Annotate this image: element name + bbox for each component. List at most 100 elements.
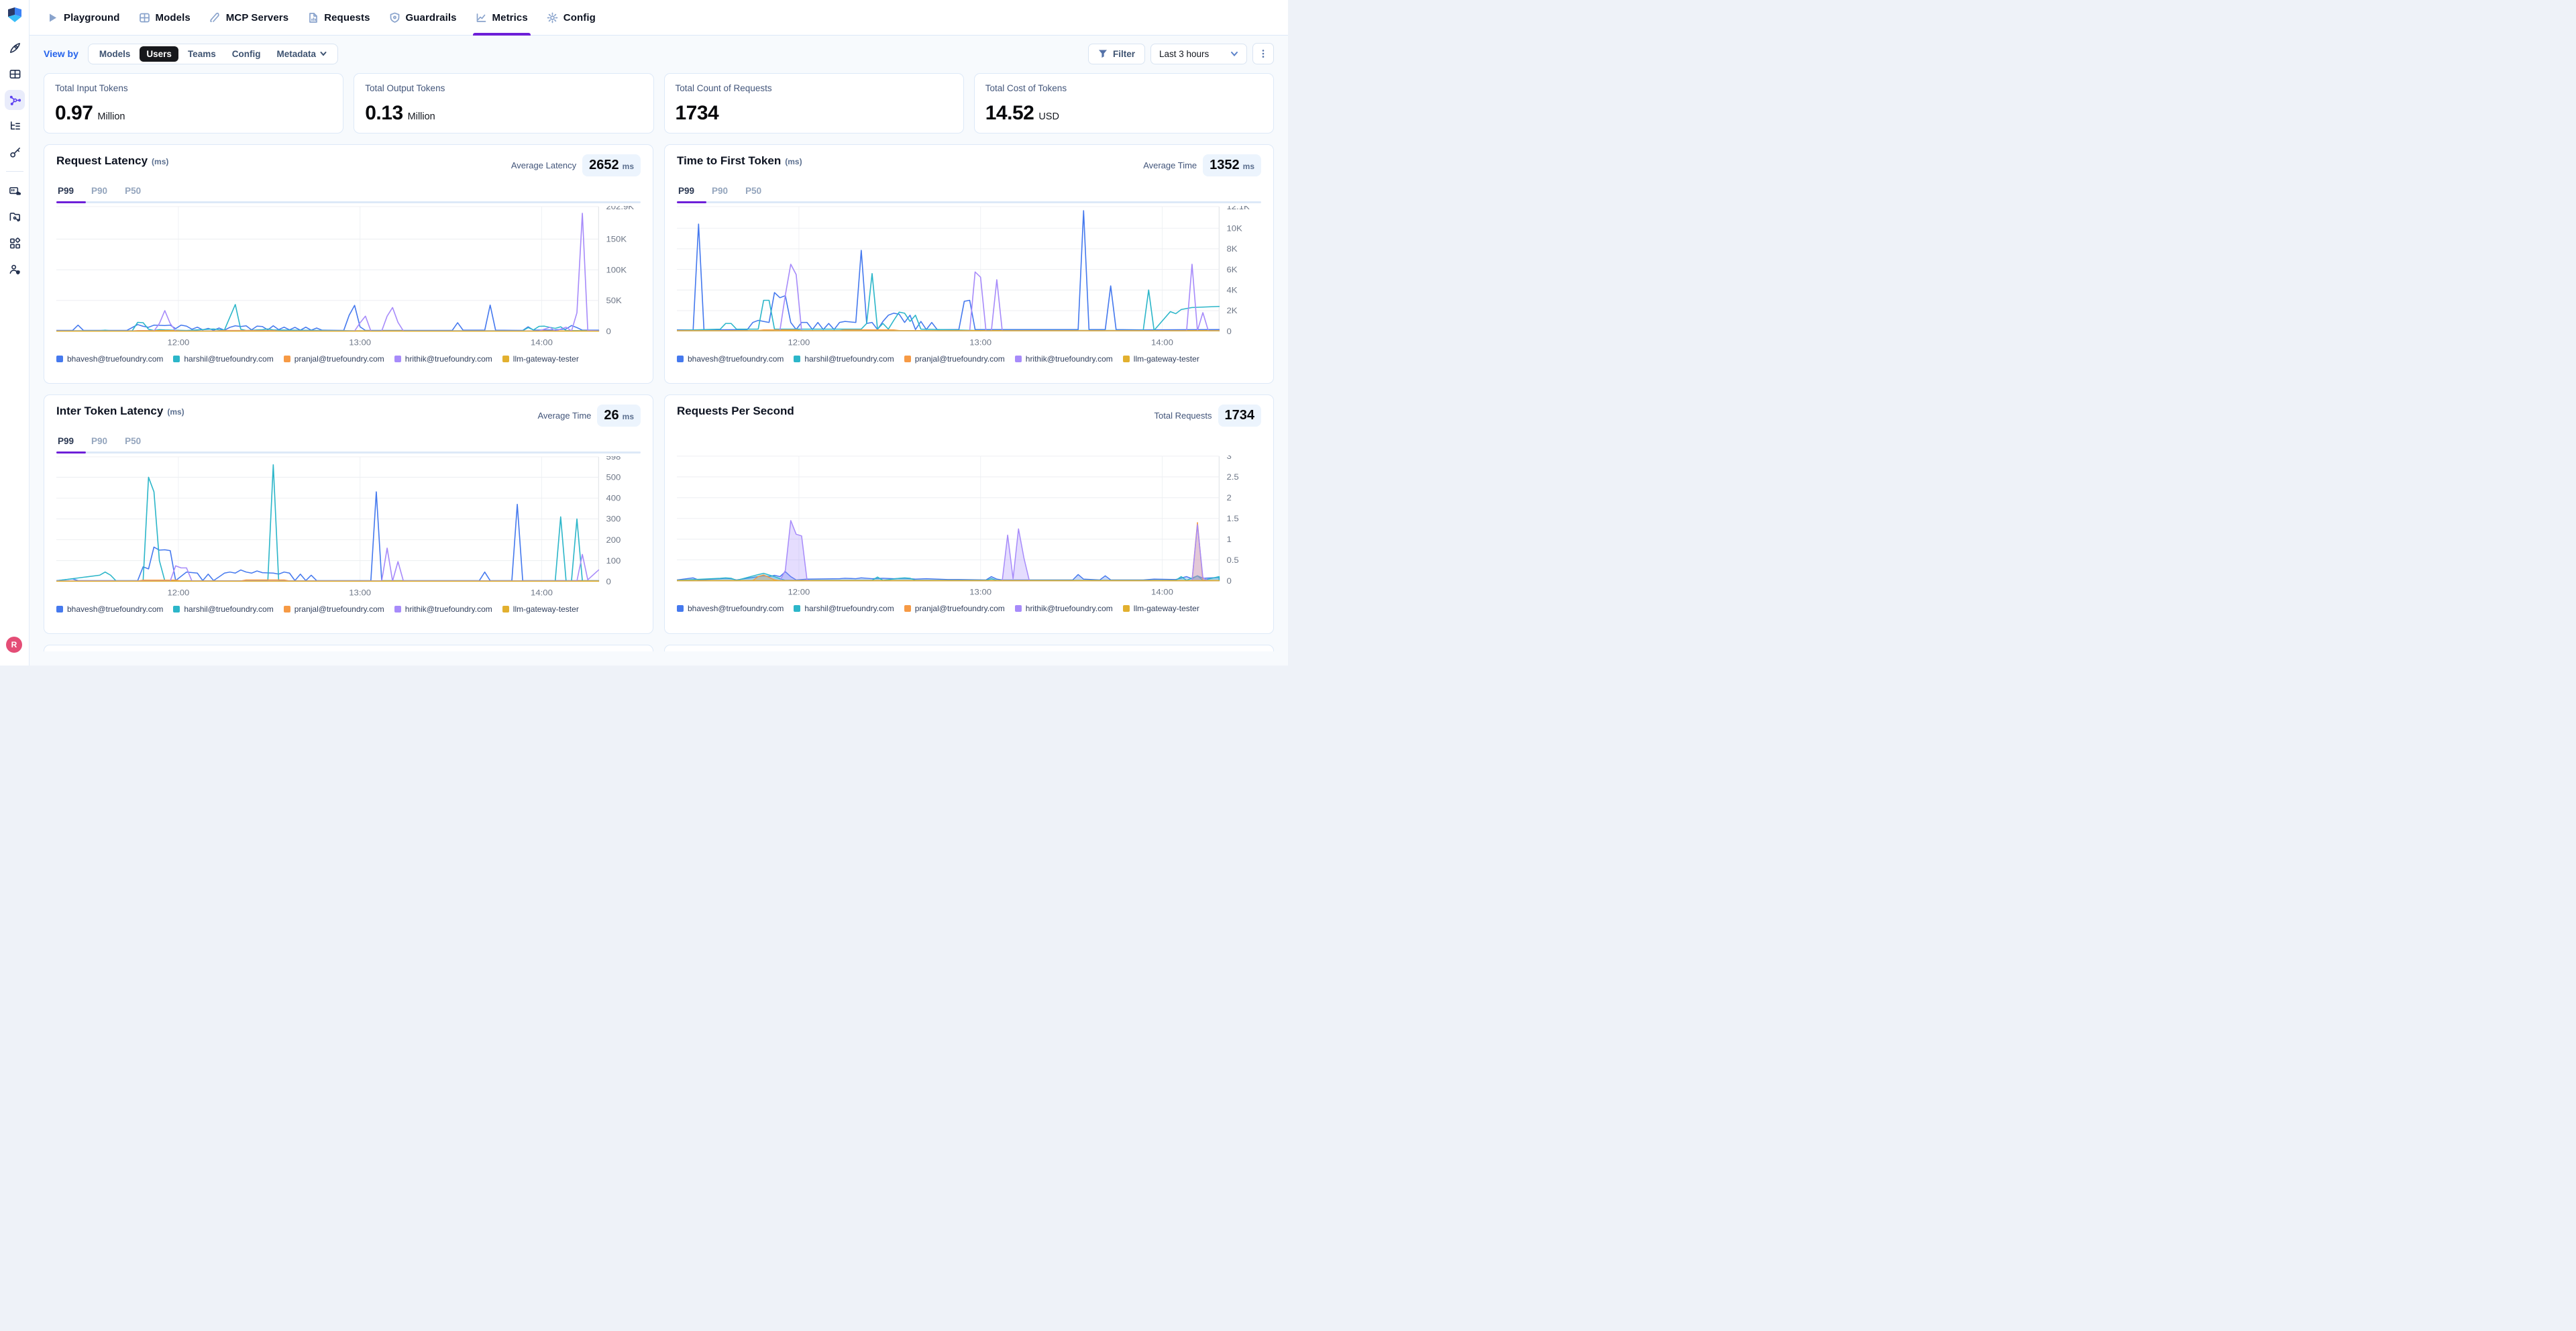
chart-stat-unit: ms — [623, 412, 634, 421]
more-options-button[interactable] — [1252, 43, 1274, 64]
legend-item[interactable]: pranjal@truefoundry.com — [904, 604, 1005, 613]
legend-item[interactable]: bhavesh@truefoundry.com — [56, 604, 163, 614]
chart-title-unit: (ms) — [785, 157, 802, 166]
chart-stat-value: 2652 — [589, 158, 619, 173]
legend-item[interactable]: hrithik@truefoundry.com — [394, 604, 492, 614]
legend-label: hrithik@truefoundry.com — [405, 354, 492, 364]
stat-card-total-cost: Total Cost of Tokens 14.52USD — [974, 73, 1274, 134]
legend-swatch — [394, 606, 401, 613]
svg-text:150K: 150K — [606, 235, 627, 244]
tab-p99[interactable]: P99 — [58, 186, 74, 201]
top-navbar: Playground Models MCP Servers Requests G… — [30, 0, 1288, 36]
blocks-icon[interactable] — [5, 233, 25, 253]
legend-swatch — [173, 356, 180, 362]
chart-stat-label: Average Time — [1143, 160, 1197, 170]
legend-item[interactable]: pranjal@truefoundry.com — [284, 354, 384, 364]
svg-text:598: 598 — [606, 456, 621, 462]
nav-playground[interactable]: Playground — [38, 0, 129, 36]
legend-item[interactable]: bhavesh@truefoundry.com — [56, 354, 163, 364]
legend-swatch — [1015, 356, 1022, 362]
nav-guardrails[interactable]: Guardrails — [380, 0, 466, 36]
legend-item[interactable]: pranjal@truefoundry.com — [904, 354, 1005, 364]
view-tab-users[interactable]: Users — [140, 46, 178, 62]
inter-token-latency-chart[interactable]: 12:0013:0014:005985004003002001000 — [56, 456, 641, 598]
view-tab-teams[interactable]: Teams — [181, 46, 223, 62]
main-content: View by Models Users Teams Config Metada… — [30, 36, 1288, 666]
legend-label: harshil@truefoundry.com — [184, 604, 273, 614]
stat-value: 0.97 — [55, 102, 93, 125]
legend-label: llm-gateway-tester — [1134, 604, 1199, 613]
request-latency-chart[interactable]: 12:0013:0014:00202.9K150K100K50K0 — [56, 206, 641, 348]
tab-p90[interactable]: P90 — [712, 186, 728, 201]
rocket-icon[interactable] — [5, 38, 25, 58]
grid-icon — [139, 12, 150, 23]
legend-item[interactable]: llm-gateway-tester — [1123, 354, 1199, 364]
legend-item[interactable]: bhavesh@truefoundry.com — [677, 354, 784, 364]
tab-p90[interactable]: P90 — [91, 436, 107, 451]
tab-p50[interactable]: P50 — [125, 436, 141, 451]
chart-stat-unit: ms — [623, 162, 634, 171]
active-tab-underline — [56, 201, 86, 203]
legend-item[interactable]: hrithik@truefoundry.com — [394, 354, 492, 364]
tab-p90[interactable]: P90 — [91, 186, 107, 201]
funnel-icon — [1098, 49, 1108, 58]
truefoundry-logo[interactable] — [6, 6, 23, 23]
key-icon[interactable] — [5, 142, 25, 162]
chart-card-requests-per-second: Requests Per Second Total Requests 1734 … — [664, 394, 1274, 634]
filter-button[interactable]: Filter — [1088, 44, 1145, 64]
view-tab-config[interactable]: Config — [225, 46, 268, 62]
legend-item[interactable]: bhavesh@truefoundry.com — [677, 604, 784, 613]
svg-text:12:00: 12:00 — [788, 338, 810, 347]
tab-p99[interactable]: P99 — [678, 186, 694, 201]
user-avatar[interactable]: R — [6, 637, 22, 653]
legend-item[interactable]: harshil@truefoundry.com — [173, 354, 273, 364]
svg-text:4K: 4K — [1226, 286, 1238, 295]
repo-graph-icon[interactable] — [5, 207, 25, 227]
tab-p50[interactable]: P50 — [125, 186, 141, 201]
chart-stat-badge: 26 ms — [597, 405, 641, 427]
legend-item[interactable]: hrithik@truefoundry.com — [1015, 354, 1113, 364]
chart-card-request-latency: Request Latency (ms) Average Latency 265… — [44, 144, 653, 384]
time-to-first-token-chart[interactable]: 12:0013:0014:0012.1K10K8K6K4K2K0 — [677, 206, 1261, 348]
deployment-cloud-icon[interactable] — [5, 180, 25, 201]
stat-label: Total Output Tokens — [365, 83, 642, 93]
legend-item[interactable]: llm-gateway-tester — [502, 604, 579, 614]
legend-item[interactable]: harshil@truefoundry.com — [794, 354, 894, 364]
tree-icon[interactable] — [5, 116, 25, 136]
legend-item[interactable]: harshil@truefoundry.com — [794, 604, 894, 613]
legend-item[interactable]: harshil@truefoundry.com — [173, 604, 273, 614]
time-range-select[interactable]: Last 3 hours — [1150, 44, 1247, 64]
stat-unit: USD — [1038, 111, 1059, 122]
chevron-down-icon — [320, 50, 327, 57]
view-tab-metadata[interactable]: Metadata — [270, 46, 333, 62]
next-charts-row-peek — [44, 645, 1274, 651]
chart-legend: bhavesh@truefoundry.com harshil@truefound… — [56, 604, 641, 614]
nav-metrics[interactable]: Metrics — [466, 0, 537, 36]
legend-swatch — [173, 606, 180, 613]
gateway-hub-icon[interactable] — [5, 90, 25, 110]
legend-item[interactable]: hrithik@truefoundry.com — [1015, 604, 1113, 613]
legend-swatch — [904, 605, 911, 612]
chart-legend: bhavesh@truefoundry.com harshil@truefound… — [56, 354, 641, 364]
nav-mcp-servers[interactable]: MCP Servers — [200, 0, 298, 36]
chart-title: Time to First Token — [677, 154, 781, 168]
legend-item[interactable]: pranjal@truefoundry.com — [284, 604, 384, 614]
chart-stat-badge: 1352 ms — [1203, 154, 1261, 176]
legend-item[interactable]: llm-gateway-tester — [502, 354, 579, 364]
svg-text:100K: 100K — [606, 266, 627, 274]
user-shield-icon[interactable] — [5, 259, 25, 279]
legend-swatch — [394, 356, 401, 362]
legend-item[interactable]: llm-gateway-tester — [1123, 604, 1199, 613]
chart-stat-value: 26 — [604, 408, 619, 423]
tab-p99[interactable]: P99 — [58, 436, 74, 451]
nav-config[interactable]: Config — [537, 0, 605, 36]
view-tab-models[interactable]: Models — [93, 46, 138, 62]
nav-models[interactable]: Models — [129, 0, 200, 36]
svg-text:2.5: 2.5 — [1226, 473, 1238, 482]
tab-p50[interactable]: P50 — [745, 186, 761, 201]
legend-label: pranjal@truefoundry.com — [915, 354, 1005, 364]
requests-per-second-chart[interactable]: 12:0013:0014:0032.521.510.50 — [677, 456, 1261, 598]
table-icon[interactable] — [5, 64, 25, 84]
legend-label: hrithik@truefoundry.com — [405, 604, 492, 614]
nav-requests[interactable]: Requests — [298, 0, 379, 36]
